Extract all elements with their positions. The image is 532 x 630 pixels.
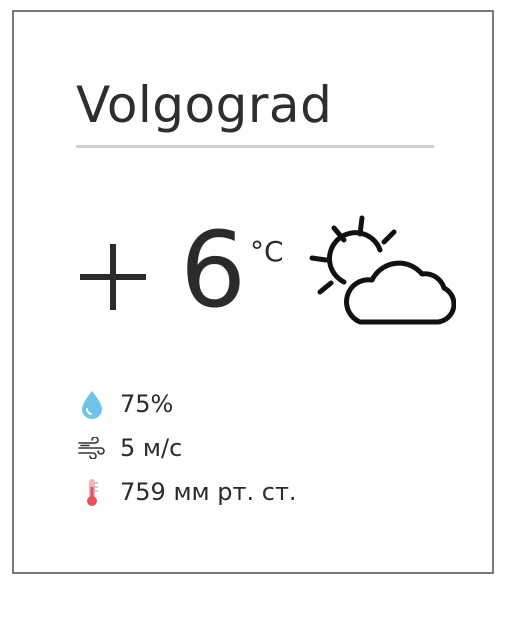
weather-stats: 75% 5 м/с 759 мм рт. ст.: [76, 382, 297, 514]
humidity-value: 75%: [120, 390, 174, 418]
wind-value: 5 м/с: [120, 434, 183, 462]
wind-icon: [76, 432, 108, 464]
city-divider: [76, 145, 434, 148]
weather-card: Volgograd 6 °C 75% 5 м/с 759 мм рт. ст.: [12, 10, 494, 574]
partly-cloudy-sun-icon: [309, 215, 456, 325]
water-drop-icon: [76, 388, 108, 420]
city-name: Volgograd: [76, 76, 333, 134]
temperature-value: 6: [180, 209, 247, 331]
pressure-row: 759 мм рт. ст.: [76, 470, 297, 514]
temperature-sign: [78, 222, 150, 318]
wind-row: 5 м/с: [76, 426, 297, 470]
thermometer-icon: [76, 476, 108, 508]
pressure-value: 759 мм рт. ст.: [120, 478, 297, 506]
temperature-unit: °C: [250, 235, 284, 268]
humidity-row: 75%: [76, 382, 297, 426]
